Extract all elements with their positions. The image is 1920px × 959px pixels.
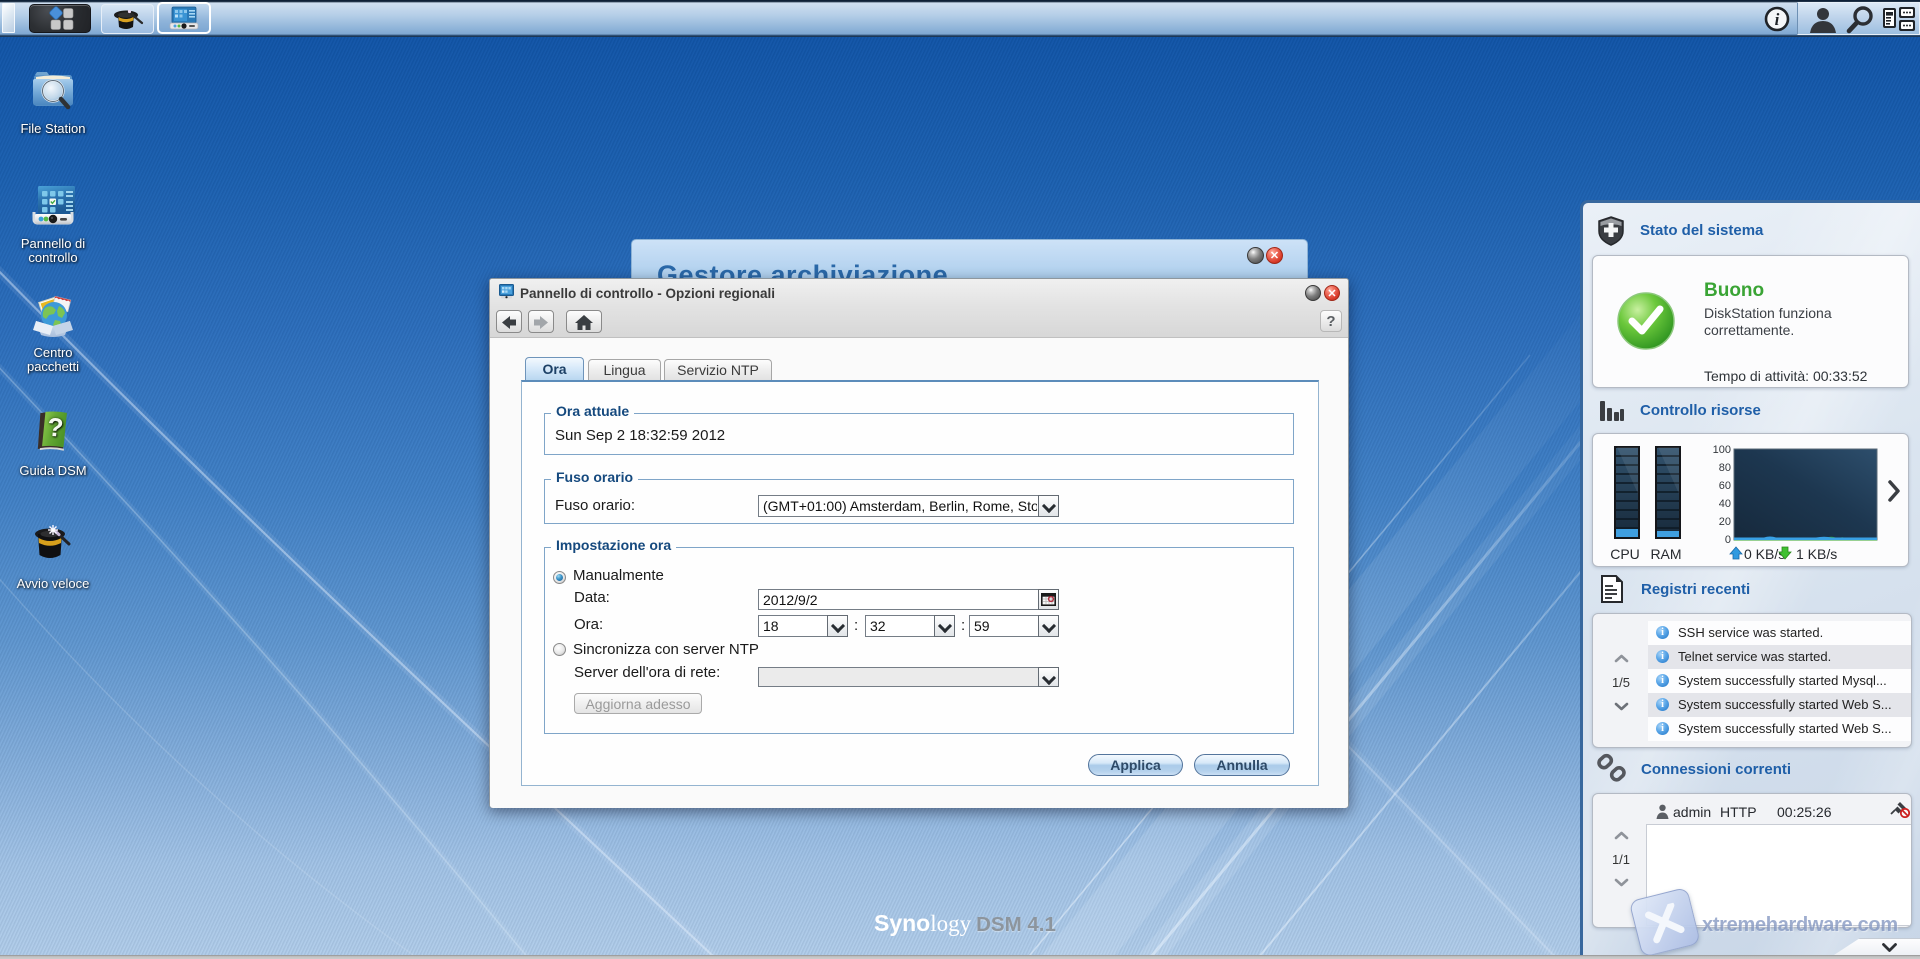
svg-text:40: 40	[1719, 498, 1731, 510]
svg-text:60: 60	[1719, 480, 1731, 492]
svg-text:0 KB/s: 0 KB/s	[1744, 546, 1785, 562]
svg-text:0: 0	[1725, 534, 1731, 546]
svg-text:?: ?	[46, 412, 64, 443]
svg-text:80: 80	[1719, 462, 1731, 474]
svg-text:RAM: RAM	[1650, 546, 1681, 562]
svg-text:1 KB/s: 1 KB/s	[1796, 546, 1837, 562]
svg-text:100: 100	[1713, 444, 1731, 456]
svg-text:i: i	[1775, 10, 1780, 29]
svg-text:20: 20	[1719, 516, 1731, 528]
svg-text:CPU: CPU	[1610, 546, 1640, 562]
